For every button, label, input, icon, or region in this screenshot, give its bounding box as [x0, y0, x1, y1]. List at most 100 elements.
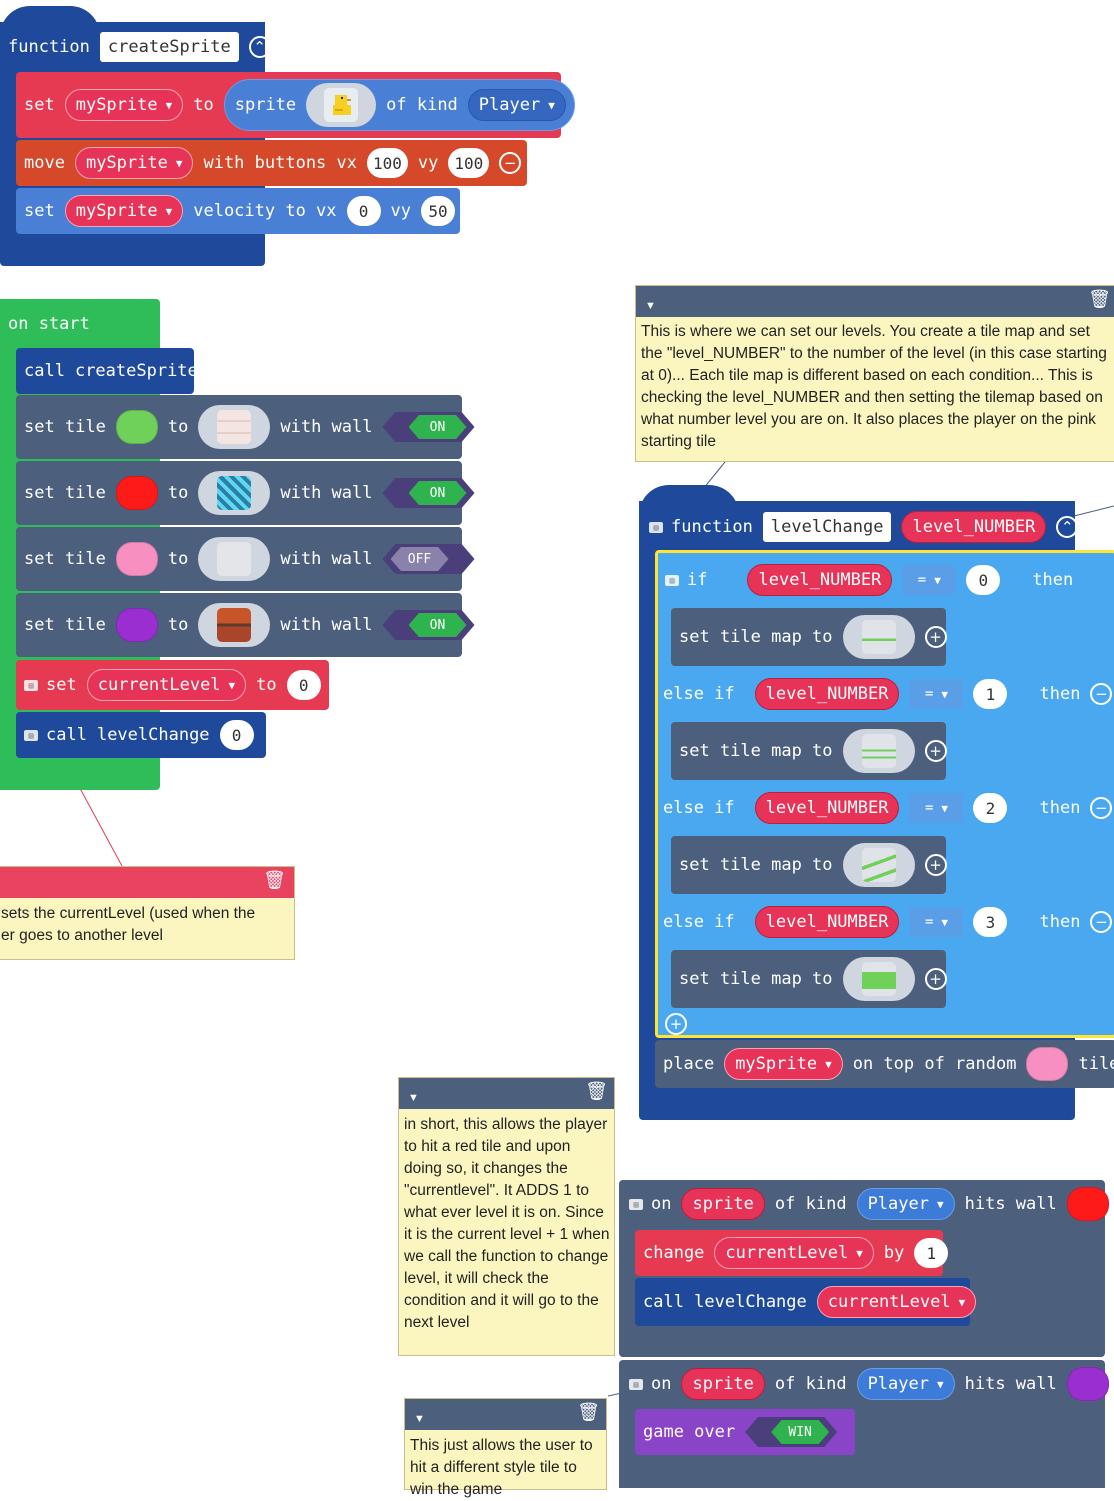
- expand-icon[interactable]: +: [924, 626, 947, 648]
- tile-color-swatch[interactable]: [115, 476, 158, 510]
- tile-color-swatch[interactable]: [115, 542, 158, 576]
- collapse-icon[interactable]: ⌃: [248, 36, 271, 58]
- operator-dropdown[interactable]: = ▼: [909, 793, 964, 823]
- tilemap-picker[interactable]: [842, 729, 915, 773]
- wall-toggle[interactable]: ON: [382, 610, 475, 640]
- comment-icon[interactable]: ▤: [24, 729, 38, 741]
- trash-icon[interactable]: 🗑: [585, 1081, 608, 1103]
- if-condition-row[interactable]: ▤ if level_NUMBER = ▼ 0 then: [665, 560, 1083, 600]
- comment-icon[interactable]: ▤: [629, 1378, 643, 1390]
- sprite-reporter[interactable]: sprite: [681, 1188, 765, 1220]
- tilemap-picker[interactable]: [842, 957, 915, 1001]
- expand-icon[interactable]: +: [924, 854, 947, 876]
- level-arg-input[interactable]: 0: [219, 720, 254, 750]
- compare-value-input[interactable]: 1: [973, 679, 1008, 709]
- wall-toggle[interactable]: ON: [382, 478, 475, 508]
- vy-input[interactable]: 100: [448, 148, 490, 178]
- function-name-field[interactable]: levelChange: [762, 512, 892, 542]
- collapse-triangle-icon[interactable]: ▼: [408, 1087, 419, 1109]
- comment-in-short[interactable]: ▼ 🗑 in short, this allows the player to …: [398, 1077, 615, 1356]
- set-tile-map-keyword: set tile map to: [679, 741, 833, 761]
- variable-dropdown[interactable]: mySprite ▼: [64, 89, 184, 121]
- compare-value-input[interactable]: 0: [966, 565, 1001, 595]
- kind-dropdown[interactable]: Player ▼: [856, 1368, 955, 1400]
- tile-image-picker[interactable]: [198, 537, 271, 581]
- current-level-input[interactable]: 0: [286, 670, 321, 700]
- compare-value-input[interactable]: 2: [973, 793, 1008, 823]
- variable-dropdown[interactable]: currentLevel ▼: [86, 669, 247, 701]
- tilemap-preview-icon: [861, 734, 896, 768]
- tile-image-picker[interactable]: [198, 471, 271, 515]
- variable-dropdown[interactable]: mySprite ▼: [74, 147, 194, 179]
- add-branch-icon[interactable]: +: [665, 1013, 687, 1035]
- by-keyword: by: [883, 1243, 905, 1263]
- kind-dropdown[interactable]: Player ▼: [467, 89, 566, 121]
- remove-branch-icon[interactable]: −: [1090, 911, 1113, 933]
- blank-tile-icon: [217, 542, 252, 576]
- else-if-condition-row[interactable]: else if level_NUMBER = ▼ 2 then −: [663, 788, 1113, 828]
- remove-branch-icon[interactable]: −: [1090, 683, 1113, 705]
- call-keyword: call: [24, 361, 65, 381]
- tile-image-picker[interactable]: [198, 603, 271, 647]
- variable-dropdown[interactable]: mySprite ▼: [724, 1048, 843, 1080]
- variable-dropdown[interactable]: currentLevel ▼: [816, 1286, 977, 1318]
- variable-dropdown[interactable]: currentLevel ▼: [714, 1237, 874, 1269]
- win-toggle[interactable]: WIN: [745, 1417, 838, 1447]
- compare-value-input[interactable]: 3: [973, 907, 1008, 937]
- wall-toggle[interactable]: ON: [382, 412, 475, 442]
- else-if-condition-row[interactable]: else if level_NUMBER = ▼ 1 then −: [663, 674, 1113, 714]
- then-keyword: then: [1039, 798, 1081, 818]
- tilemap-picker[interactable]: [842, 615, 915, 659]
- sprite-image-picker[interactable]: [306, 83, 377, 127]
- operator-dropdown[interactable]: = ▼: [909, 679, 964, 709]
- parameter-reporter[interactable]: level_NUMBER: [754, 792, 900, 824]
- velocity-vy-input[interactable]: 50: [421, 196, 456, 226]
- comment-current-level[interactable]: 🗑 sets the currentLevel (used when the e…: [0, 866, 295, 960]
- comment-win[interactable]: ▼ 🗑 This just allows the user to hit a d…: [404, 1398, 607, 1498]
- parameter-reporter[interactable]: level_NUMBER: [754, 906, 900, 938]
- comment-icon[interactable]: ▤: [24, 679, 38, 691]
- expand-icon[interactable]: +: [924, 740, 947, 762]
- else-if-keyword: else if: [663, 798, 735, 818]
- duck-sprite-icon: [324, 88, 359, 122]
- operator-dropdown[interactable]: = ▼: [909, 907, 964, 937]
- purple-tile-swatch[interactable]: [1066, 1367, 1109, 1401]
- else-if-condition-row[interactable]: else if level_NUMBER = ▼ 3 then −: [663, 902, 1113, 942]
- velocity-vx-input[interactable]: 0: [346, 196, 381, 226]
- collapse-icon[interactable]: ⌃: [1056, 516, 1079, 538]
- comment-icon[interactable]: ▤: [649, 521, 663, 533]
- parameter-reporter[interactable]: level_NUMBER: [747, 564, 893, 596]
- operator-dropdown[interactable]: = ▼: [902, 565, 957, 595]
- comment-text: sets the currentLevel (used when the: [1, 905, 256, 922]
- on-keyword: on: [651, 1194, 672, 1214]
- tile-color-swatch[interactable]: [115, 410, 158, 444]
- trash-icon[interactable]: 🗑: [263, 870, 286, 892]
- parameter-reporter[interactable]: level_NUMBER: [754, 678, 900, 710]
- remove-branch-icon[interactable]: −: [1090, 797, 1113, 819]
- remove-icon[interactable]: −: [499, 152, 522, 174]
- trash-icon[interactable]: 🗑: [577, 1402, 600, 1424]
- tile-image-picker[interactable]: [198, 405, 271, 449]
- expand-icon[interactable]: +: [924, 968, 947, 990]
- parameter-reporter[interactable]: level_NUMBER: [901, 511, 1047, 543]
- to-keyword: to: [167, 417, 189, 437]
- tile-color-swatch[interactable]: [115, 608, 158, 642]
- kind-dropdown[interactable]: Player ▼: [856, 1188, 955, 1220]
- collapse-triangle-icon[interactable]: ▼: [414, 1408, 425, 1430]
- pink-tile-swatch[interactable]: [1026, 1047, 1069, 1081]
- comment-levels[interactable]: ▼ 🗑 This is where we can set our levels.…: [635, 285, 1114, 462]
- red-tile-swatch[interactable]: [1066, 1187, 1109, 1221]
- sprite-reporter[interactable]: sprite: [681, 1368, 765, 1400]
- sprite-reporter[interactable]: sprite of kind Player ▼: [223, 79, 575, 131]
- trash-icon[interactable]: 🗑: [1088, 289, 1111, 311]
- comment-icon[interactable]: ▤: [629, 1198, 643, 1210]
- tilemap-picker[interactable]: [842, 843, 915, 887]
- variable-dropdown[interactable]: mySprite ▼: [64, 195, 184, 227]
- to-keyword: to: [167, 615, 189, 635]
- by-input[interactable]: 1: [914, 1238, 949, 1268]
- wall-toggle[interactable]: OFF: [382, 544, 475, 574]
- comment-icon[interactable]: ▤: [665, 574, 679, 586]
- vx-input[interactable]: 100: [367, 148, 408, 178]
- collapse-triangle-icon[interactable]: ▼: [645, 295, 656, 317]
- function-name-field[interactable]: createSprite: [99, 32, 239, 62]
